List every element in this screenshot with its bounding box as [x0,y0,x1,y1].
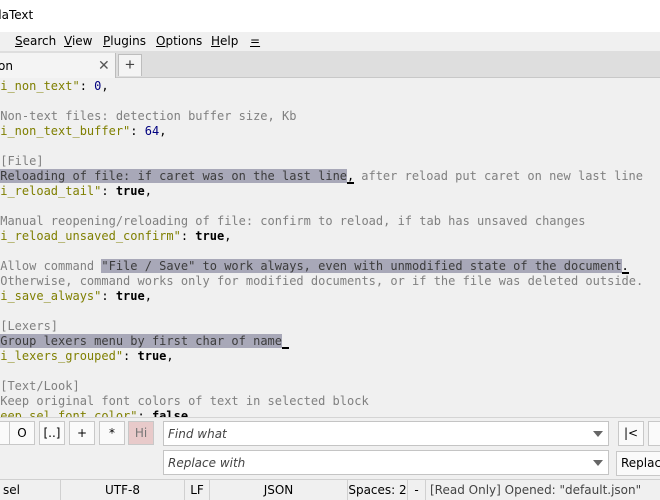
code-token-cmt: /[File] [0,154,44,168]
code-line[interactable]: /Otherwise, command works only for modif… [0,274,643,289]
code-token-caret: , [347,169,355,184]
menu-options[interactable]: Options [156,34,202,48]
code-token-cmt: /Otherwise, command works only for modif… [0,274,644,288]
close-icon[interactable]: ✕ [98,57,110,74]
code-token-plain: : [137,409,152,417]
find-input-box[interactable] [163,421,609,446]
chevron-down-icon[interactable] [593,460,603,466]
status-separator: - [408,480,426,500]
find-previous-button[interactable] [648,421,660,446]
status-message: [Read Only] Opened: "default.json" [430,483,642,497]
code-token-key: ui_reload_unsaved_confirm" [0,229,181,243]
status-selection[interactable]: sel [0,480,61,500]
code-token-sel: Group lexers menu by first char of name [0,334,282,348]
code-token-plain: , [144,289,152,303]
code-token-key: ui_non_text_buffer" [0,124,131,138]
code-token-bool: true [115,289,145,303]
menu-help[interactable]: Help [211,34,238,48]
code-token-bool: true [115,184,145,198]
code-token-bool: true [137,349,167,363]
code-line[interactable]: ui_non_text": 0, [0,79,109,94]
find-first-button[interactable]: |< [618,421,644,446]
status-line-ending[interactable]: LF [185,480,210,500]
code-token-plain: , [166,349,174,363]
code-token-key: ui_lexers_grouped" [0,349,124,363]
code-token-key: ui_non_text" [0,79,80,93]
code-line[interactable]: ui_lexers_grouped": true, [0,349,174,364]
code-token-cmt: after reload put caret on new last line [354,169,643,183]
code-token-key: ui_reload_tail" [0,184,102,198]
replace-button[interactable]: Replace [616,451,660,476]
replace-input[interactable] [168,454,588,471]
code-token-plain: : [101,289,116,303]
find-option-multiline-button[interactable]: + [69,421,95,445]
code-token-sel: Reloading of file: if caret was on the l… [0,169,348,183]
code-token-plain: , [101,79,109,93]
code-token-plain: , [159,124,167,138]
status-lexer[interactable]: JSON [210,480,348,500]
code-line[interactable]: /Non-text files: detection buffer size, … [0,109,296,124]
code-token-cmt: /[Lexers] [0,319,59,333]
title-bar: daText [0,0,660,32]
code-editor[interactable]: ui_non_text": 0, /Non-text files: detecti… [0,78,660,417]
code-line[interactable]: keep_sel_font_color": false, [0,409,195,417]
code-line[interactable]: /[Text/Look] [0,379,80,394]
find-option-highlight-button[interactable]: Hi [128,421,154,445]
find-option-wrap-button[interactable]: * [99,421,125,445]
code-token-cmt: /Keep original font colors of text in se… [0,394,369,408]
tab-label: on [0,59,13,73]
code-token-plain: : [101,184,116,198]
code-line[interactable]: /Reloading of file: if caret was on the … [0,169,643,184]
code-token-plain: : [123,349,138,363]
menu-search[interactable]: Search [15,34,56,48]
code-token-plain: , [144,184,152,198]
chevron-down-icon[interactable] [593,431,603,437]
code-token-plain: , [224,229,232,243]
code-line[interactable]: /Group lexers menu by first char of name [0,334,289,349]
code-token-plain: : [130,124,145,138]
code-line[interactable]: /[File] [0,154,44,169]
code-token-bool: false [151,409,189,417]
code-line[interactable]: ui_non_text_buffer": 64, [0,124,166,139]
find-input[interactable] [168,425,588,442]
code-token-cmt: /Manual reopening/reloading of file: con… [0,214,586,228]
new-tab-button[interactable]: + [118,54,142,76]
code-line[interactable]: ui_reload_tail": true, [0,184,152,199]
code-line[interactable]: ui_save_always": true, [0,289,152,304]
menu-bar: Search View Plugins Options Help = [0,32,660,51]
code-token-bool: true [195,229,225,243]
tab-bar: on ✕ + [0,51,660,78]
code-line[interactable]: /Allow command "File / Save" to work alw… [0,259,629,274]
code-token-plain: , [188,409,196,417]
code-token-key: ui_save_always" [0,289,102,303]
code-token-cmt: /[Text/Look] [0,379,80,393]
menu-plugins[interactable]: Plugins [103,34,146,48]
code-token-plain: : [180,229,196,243]
code-token-plain: : [79,79,95,93]
status-bar: sel UTF-8 LF JSON Spaces: 2 - [Read Only… [0,479,660,500]
status-encoding[interactable]: UTF-8 [61,480,185,500]
menu-hamburger[interactable]: = [250,34,260,48]
tab-default-json[interactable]: on ✕ [0,53,116,78]
find-replace-bar: O [..] + * Hi |< Replace [0,417,660,479]
code-line[interactable]: /Manual reopening/reloading of file: con… [0,214,585,229]
menu-view[interactable]: View [64,34,92,48]
code-token-caret [282,334,289,349]
code-token-caret: . [621,259,629,274]
code-line[interactable]: /Keep original font colors of text in se… [0,394,369,409]
code-token-sel: "File / Save" to work always, even with … [101,259,622,273]
status-indent[interactable]: Spaces: 2 [348,480,408,500]
find-option-in-selection-button[interactable]: [..] [39,421,65,445]
window-title: daText [0,8,34,22]
find-option-whole-word-button[interactable]: O [9,421,35,445]
code-line[interactable]: /[Lexers] [0,319,58,334]
code-line[interactable]: ui_reload_unsaved_confirm": true, [0,229,231,244]
replace-input-box[interactable] [163,450,609,475]
code-token-cmt: /Allow command [0,259,102,273]
code-token-cmt: /Non-text files: detection buffer size, … [0,109,297,123]
code-token-num: 64 [144,124,160,138]
code-token-key: keep_sel_font_color" [0,409,138,417]
